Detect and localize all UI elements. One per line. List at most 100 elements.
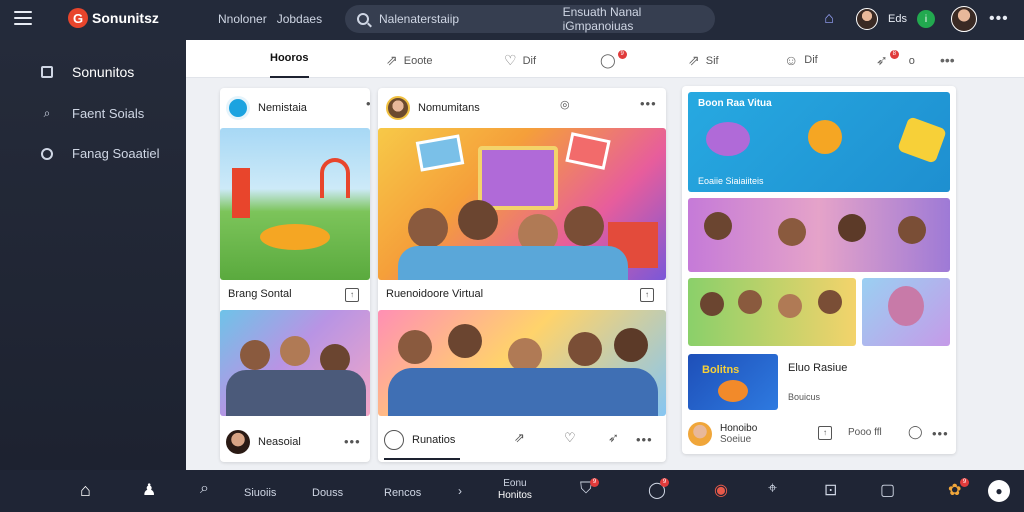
classroom-image[interactable]: [688, 198, 950, 272]
list-title: Eluo Rasiue: [788, 362, 848, 374]
post-caption: Brang Sontal: [228, 288, 292, 300]
bottom-nav-label[interactable]: Rencos: [384, 487, 421, 499]
tablet-icon[interactable]: ▢: [880, 480, 895, 500]
share-icon: ⇗: [386, 52, 398, 68]
top-nav: Nnoloner Jobdaes: [218, 12, 322, 26]
avatar[interactable]: [386, 96, 410, 120]
post-author[interactable]: Neasoial: [258, 436, 301, 448]
more-icon[interactable]: •: [366, 96, 372, 111]
bookmark-icon[interactable]: ↑: [818, 426, 832, 440]
top-nav-link[interactable]: Jobdaes: [277, 12, 322, 26]
avatar[interactable]: [226, 96, 250, 120]
list-subtitle: Bouicus: [788, 392, 821, 402]
avatar[interactable]: [384, 430, 404, 450]
top-bar: G Sonunitsz Nnoloner Jobdaes Ensuath Nan…: [0, 0, 1024, 40]
bottom-nav-label[interactable]: Douss: [312, 487, 343, 499]
like-icon[interactable]: ♡: [564, 430, 576, 446]
virtual-banner[interactable]: Boon Raa Vitua Eoaiie Siaiaiiteis: [688, 92, 950, 192]
notification-badge: 9: [617, 50, 627, 59]
post-header: Nomumitans: [386, 96, 480, 120]
tab-label: o: [908, 54, 915, 67]
search-icon: [357, 13, 369, 25]
tab-dif[interactable]: ♡ Dif: [504, 52, 536, 69]
post-footer: Neasoial: [226, 430, 301, 454]
comment-icon[interactable]: ◯: [908, 424, 923, 440]
sidebar-item-fanag-soaatiel[interactable]: Fanag Soaatiel: [40, 146, 159, 161]
sidebar-item-sonunitos[interactable]: Sonunitos: [40, 64, 134, 80]
refresh-icon[interactable]: ◎: [560, 98, 570, 111]
bottom-center-item[interactable]: Eonu Honitos: [498, 478, 532, 502]
menu-icon[interactable]: [14, 11, 32, 25]
bottom-center-top: Eonu: [503, 478, 527, 489]
square-icon: [40, 65, 54, 79]
send-icon[interactable]: ➶: [608, 430, 619, 446]
banner-caption: Eoaiie Siaiaiiteis: [698, 176, 764, 186]
tab-sif[interactable]: ⇗ Sif: [688, 52, 719, 69]
send-icon: ➶: [876, 52, 888, 68]
more-icon[interactable]: •••: [636, 432, 653, 447]
home-icon[interactable]: ⌂: [80, 480, 91, 501]
tab-label: Dif: [522, 54, 537, 67]
tab-hooros[interactable]: Hooros: [270, 52, 309, 78]
search-bar[interactable]: Ensuath Nanal iGmpanoiuas: [345, 5, 715, 33]
post-caption: Ruenoidoore Virtual: [386, 288, 484, 300]
online-status-icon[interactable]: i: [916, 10, 935, 28]
game-tile-image[interactable]: Bolitns: [688, 354, 778, 410]
chevron-right-icon[interactable]: ›: [458, 484, 462, 498]
tab-label: Hooros: [270, 52, 309, 64]
post-card: Nemistaia • Brang Sontal ↑ Neasoial •••: [220, 88, 372, 462]
home-icon[interactable]: ⌂: [820, 10, 838, 28]
tab-send[interactable]: ➶ 8 o: [876, 50, 915, 69]
profile-icon[interactable]: ♟: [142, 480, 156, 500]
user-label[interactable]: Eds: [888, 13, 907, 25]
top-nav-link[interactable]: Nnoloner: [218, 12, 267, 26]
sidebar-item-label: Sonunitos: [72, 64, 135, 80]
virtual-playroom-image[interactable]: [378, 128, 666, 280]
notification-badge: 8: [889, 50, 899, 59]
post-author[interactable]: Honoibo: [720, 423, 757, 434]
tab-eoote[interactable]: ⇗ Eoote: [386, 52, 432, 69]
tabs-more-icon[interactable]: •••: [940, 52, 955, 68]
comment-icon: ◯: [600, 52, 616, 68]
sidebar-item-faent-soials[interactable]: ⌕ Faent Soials: [40, 106, 145, 121]
store-icon[interactable]: ⊡: [824, 480, 837, 500]
alert-icon[interactable]: ◉: [714, 480, 728, 500]
playground-image[interactable]: [220, 128, 370, 280]
sidebar-item-label: Fanag Soaatiel: [72, 146, 160, 161]
bottom-center-bottom: Honitos: [498, 490, 532, 501]
bookmark-icon[interactable]: ↑: [345, 288, 359, 302]
share-icon[interactable]: ⇗: [514, 430, 525, 446]
avatar[interactable]: [688, 422, 712, 446]
avatar[interactable]: [226, 430, 250, 454]
post-author[interactable]: Runatios: [412, 434, 455, 446]
more-icon[interactable]: •••: [989, 10, 1009, 28]
group-photo-image[interactable]: [220, 310, 370, 416]
profile-avatar[interactable]: [950, 6, 977, 32]
tab-comments[interactable]: ◯ 9: [600, 50, 631, 69]
character-image[interactable]: [862, 278, 950, 346]
more-icon[interactable]: •••: [344, 434, 361, 449]
post-author[interactable]: Nemistaia: [258, 102, 307, 114]
pin-icon[interactable]: ⌖: [768, 480, 777, 498]
bottom-nav-label[interactable]: Siuoiis: [244, 487, 276, 499]
search-input[interactable]: [378, 12, 539, 26]
avatar[interactable]: [856, 8, 878, 30]
circle-icon: [40, 147, 54, 161]
notification-badge: 9: [960, 478, 969, 487]
post-footer: Honoibo Soeiue: [688, 422, 757, 446]
more-icon[interactable]: •••: [640, 96, 657, 111]
post-author[interactable]: Nomumitans: [418, 102, 480, 114]
group-kids-image[interactable]: [688, 278, 856, 346]
profile-bubble-icon[interactable]: ●: [988, 480, 1010, 502]
feed-tabs: Hooros ⇗ Eoote ♡ Dif ◯ 9 ⇗ Sif ☺ Dif ➶ 8…: [186, 40, 1024, 78]
more-icon[interactable]: •••: [932, 426, 949, 441]
app-logo[interactable]: G Sonunitsz: [68, 8, 159, 28]
search-icon[interactable]: ⌕: [200, 480, 209, 498]
kids-celebrating-image[interactable]: [378, 310, 666, 416]
banner-title: Boon Raa Vitua: [698, 98, 772, 109]
notification-badge: 9: [660, 478, 669, 487]
share-icon: ⇗: [688, 52, 700, 68]
bookmark-icon[interactable]: ↑: [640, 288, 654, 302]
side-label: Pooo ffl: [848, 427, 882, 438]
tab-dif-2[interactable]: ☺ Dif: [784, 52, 818, 68]
